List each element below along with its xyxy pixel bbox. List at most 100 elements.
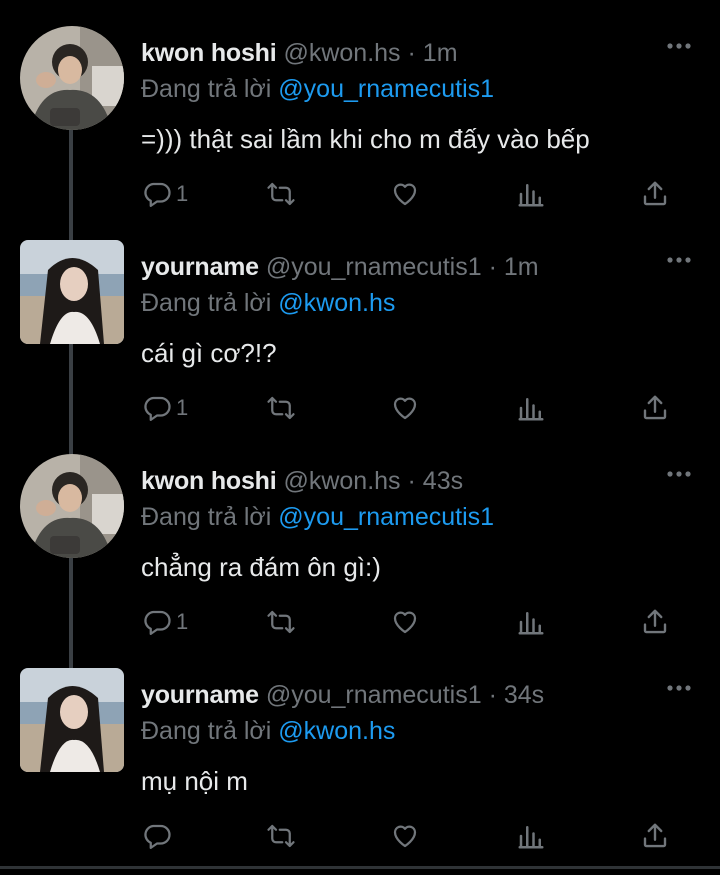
avatar-photo xyxy=(20,668,124,772)
analytics-button[interactable] xyxy=(516,174,546,214)
share-button[interactable] xyxy=(640,174,670,214)
like-button[interactable] xyxy=(390,816,420,856)
retweet-button[interactable] xyxy=(266,816,296,856)
reply-count: 1 xyxy=(176,181,189,206)
tweet-text: =))) thật sai lầm khi cho m đấy vào bếp xyxy=(141,124,590,154)
avatar-photo xyxy=(20,454,124,558)
tweet[interactable]: yourname @you_rnamecutis1 · 34s Đang trả… xyxy=(0,652,720,866)
user-handle[interactable]: @kwon.hs xyxy=(283,39,400,67)
heart-icon xyxy=(393,611,417,634)
reply-bubble-icon xyxy=(144,182,171,207)
replying-to-label: Đang trả lời xyxy=(141,75,272,103)
share-button[interactable] xyxy=(640,602,670,642)
retweet-icon xyxy=(267,396,295,420)
display-name[interactable]: yourname xyxy=(141,253,259,281)
replying-to: Đang trả lời @kwon.hs xyxy=(141,714,395,748)
analytics-bars-icon xyxy=(518,184,544,207)
retweet-button[interactable] xyxy=(266,602,296,642)
heart-icon xyxy=(393,825,417,848)
reply-bubble-icon xyxy=(144,610,171,635)
reply-bubble-icon xyxy=(144,396,171,421)
bottom-divider xyxy=(0,866,720,869)
reply-bubble-icon xyxy=(144,824,171,849)
avatar[interactable] xyxy=(20,26,124,130)
user-handle[interactable]: @you_rnamecutis1 xyxy=(266,253,482,281)
reply-count: 1 xyxy=(176,395,189,420)
user-handle[interactable]: @you_rnamecutis1 xyxy=(266,681,482,709)
tweet-text: chẳng ra đám ôn gì:) xyxy=(141,552,381,582)
analytics-button[interactable] xyxy=(516,388,546,428)
timestamp[interactable]: 43s xyxy=(423,467,463,495)
avatar[interactable] xyxy=(20,240,124,344)
display-name[interactable]: yourname xyxy=(141,681,259,709)
avatar-photo xyxy=(20,240,124,344)
tweet-header: kwon hoshi @kwon.hs · 1m xyxy=(141,36,458,70)
share-button[interactable] xyxy=(640,816,670,856)
heart-icon xyxy=(393,397,417,420)
share-button[interactable] xyxy=(640,388,670,428)
timestamp[interactable]: 34s xyxy=(504,681,544,709)
share-icon xyxy=(643,609,667,634)
analytics-bars-icon xyxy=(518,398,544,421)
reply-button[interactable]: 1 xyxy=(142,602,188,642)
replying-to-label: Đang trả lời xyxy=(141,289,272,317)
reply-button[interactable]: 1 xyxy=(142,388,188,428)
mention-link[interactable]: @kwon.hs xyxy=(278,717,395,745)
tweet-header: kwon hoshi @kwon.hs · 43s xyxy=(141,464,463,498)
tweet[interactable]: kwon hoshi @kwon.hs · 43s Đang trả lời @… xyxy=(0,438,720,652)
reply-button[interactable] xyxy=(142,816,176,856)
avatar[interactable] xyxy=(20,668,124,772)
more-dots-icon[interactable] xyxy=(664,678,694,698)
replying-to: Đang trả lời @you_rnamecutis1 xyxy=(141,500,494,534)
separator: · xyxy=(488,253,497,281)
tweet-text: mụ nội m xyxy=(141,766,248,796)
like-button[interactable] xyxy=(390,174,420,214)
user-handle[interactable]: @kwon.hs xyxy=(283,467,400,495)
action-bar: 1 xyxy=(0,388,720,428)
action-bar: 1 xyxy=(0,602,720,642)
reply-button[interactable]: 1 xyxy=(142,174,188,214)
analytics-button[interactable] xyxy=(516,816,546,856)
separator: · xyxy=(488,681,497,709)
replying-to-label: Đang trả lời xyxy=(141,503,272,531)
display-name[interactable]: kwon hoshi xyxy=(141,467,277,495)
like-button[interactable] xyxy=(390,388,420,428)
timestamp[interactable]: 1m xyxy=(504,253,539,281)
replying-to-label: Đang trả lời xyxy=(141,717,272,745)
more-dots-icon[interactable] xyxy=(664,36,694,56)
retweet-icon xyxy=(267,182,295,206)
retweet-icon xyxy=(267,610,295,634)
analytics-bars-icon xyxy=(518,826,544,849)
avatar[interactable] xyxy=(20,454,124,558)
display-name[interactable]: kwon hoshi xyxy=(141,39,277,67)
mention-link[interactable]: @you_rnamecutis1 xyxy=(278,503,494,531)
tweet-header: yourname @you_rnamecutis1 · 1m xyxy=(141,250,539,284)
tweet-header: yourname @you_rnamecutis1 · 34s xyxy=(141,678,544,712)
tweet[interactable]: kwon hoshi @kwon.hs · 1m Đang trả lời @y… xyxy=(0,10,720,224)
analytics-bars-icon xyxy=(518,612,544,635)
mention-link[interactable]: @kwon.hs xyxy=(278,289,395,317)
separator: · xyxy=(407,467,416,495)
avatar-photo xyxy=(20,26,124,130)
retweet-button[interactable] xyxy=(266,174,296,214)
action-bar: 1 xyxy=(0,174,720,214)
tweet-text: cái gì cơ?!? xyxy=(141,338,277,368)
share-icon xyxy=(643,181,667,206)
separator: · xyxy=(407,39,416,67)
replying-to: Đang trả lời @kwon.hs xyxy=(141,286,395,320)
replying-to: Đang trả lời @you_rnamecutis1 xyxy=(141,72,494,106)
heart-icon xyxy=(393,183,417,206)
retweet-icon xyxy=(267,824,295,848)
more-dots-icon[interactable] xyxy=(664,250,694,270)
mention-link[interactable]: @you_rnamecutis1 xyxy=(278,75,494,103)
timestamp[interactable]: 1m xyxy=(423,39,458,67)
retweet-button[interactable] xyxy=(266,388,296,428)
more-dots-icon[interactable] xyxy=(664,464,694,484)
analytics-button[interactable] xyxy=(516,602,546,642)
tweet[interactable]: yourname @you_rnamecutis1 · 1m Đang trả … xyxy=(0,224,720,438)
action-bar xyxy=(0,816,720,856)
like-button[interactable] xyxy=(390,602,420,642)
share-icon xyxy=(643,395,667,420)
reply-count: 1 xyxy=(176,609,189,634)
share-icon xyxy=(643,823,667,848)
